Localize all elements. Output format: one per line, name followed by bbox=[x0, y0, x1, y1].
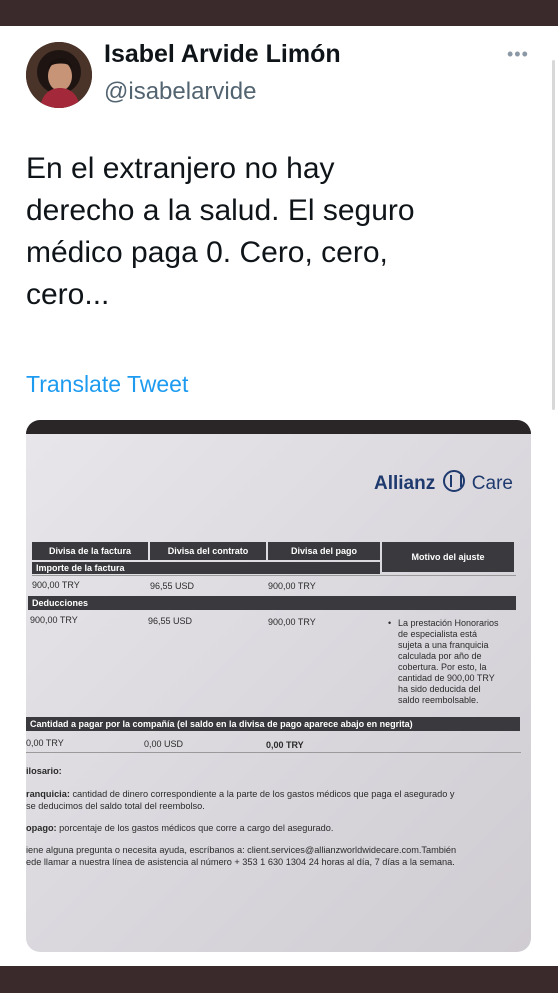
pagar-factura: 0,00 TRY bbox=[26, 738, 64, 748]
cantidad-pagar-label: Cantidad a pagar por la compañía (el sal… bbox=[26, 717, 520, 731]
deduccion-pago: 900,00 TRY bbox=[268, 617, 316, 627]
deduccion-factura: 900,00 TRY bbox=[30, 615, 78, 625]
motivo-ajuste-text: La prestación Honorarios de especialista… bbox=[398, 618, 499, 705]
allianz-eagle-icon bbox=[442, 470, 465, 492]
header-motivo: Motivo del ajuste bbox=[382, 542, 514, 572]
contacto-text: iene alguna pregunta o necesita ayuda, e… bbox=[26, 845, 457, 867]
deducciones-label: Deducciones bbox=[28, 596, 516, 610]
tweet-photo[interactable]: Allianz Care Divisa de la factura Divisa… bbox=[26, 420, 531, 952]
claim-document: Allianz Care Divisa de la factura Divisa… bbox=[26, 420, 531, 952]
divider bbox=[26, 752, 521, 753]
more-icon[interactable]: ••• bbox=[507, 44, 529, 65]
allianz-care-logo: Allianz Care bbox=[374, 470, 513, 495]
importe-pago: 900,00 TRY bbox=[268, 581, 316, 591]
pagar-contrato: 0,00 USD bbox=[144, 739, 184, 749]
avatar-image bbox=[26, 42, 92, 108]
header-divisa-pago: Divisa del pago bbox=[268, 542, 380, 560]
franquicia-definition: cantidad de dinero correspondiente a la … bbox=[26, 789, 455, 811]
brand-name: Allianz bbox=[374, 473, 436, 494]
importe-contrato: 96,55 USD bbox=[150, 581, 195, 591]
importe-label: Importe de la factura bbox=[32, 562, 380, 574]
user-handle[interactable]: @isabelarvide bbox=[104, 78, 256, 106]
franquicia-term: ranquicia: bbox=[26, 789, 70, 799]
importe-factura: 900,00 TRY bbox=[32, 580, 80, 590]
copago-definition: porcentaje de los gastos médicos que cor… bbox=[56, 823, 334, 833]
bullet-icon: • bbox=[388, 618, 392, 628]
copago-term: opago: bbox=[26, 823, 57, 833]
deduccion-contrato: 96,55 USD bbox=[148, 616, 193, 626]
pagar-pago: 0,00 TRY bbox=[266, 740, 304, 750]
header-divisa-factura: Divisa de la factura bbox=[32, 542, 148, 560]
avatar[interactable] bbox=[26, 42, 92, 108]
display-name[interactable]: Isabel Arvide Limón bbox=[104, 40, 341, 69]
translate-tweet-link[interactable]: Translate Tweet bbox=[26, 371, 188, 398]
scrollbar[interactable] bbox=[552, 60, 555, 410]
glosario-franquicia: ranquicia: cantidad de dinero correspond… bbox=[26, 788, 526, 812]
header-divisa-contrato: Divisa del contrato bbox=[150, 542, 266, 560]
glosario-copago: opago: porcentaje de los gastos médicos … bbox=[26, 822, 333, 834]
top-bar bbox=[0, 0, 558, 26]
tweet-text: En el extranjero no hay derecho a la sal… bbox=[26, 152, 415, 311]
divider bbox=[32, 575, 516, 576]
brand-suffix: Care bbox=[471, 473, 513, 494]
glosario-title: ilosario: bbox=[26, 766, 62, 776]
bottom-bar bbox=[0, 966, 558, 993]
